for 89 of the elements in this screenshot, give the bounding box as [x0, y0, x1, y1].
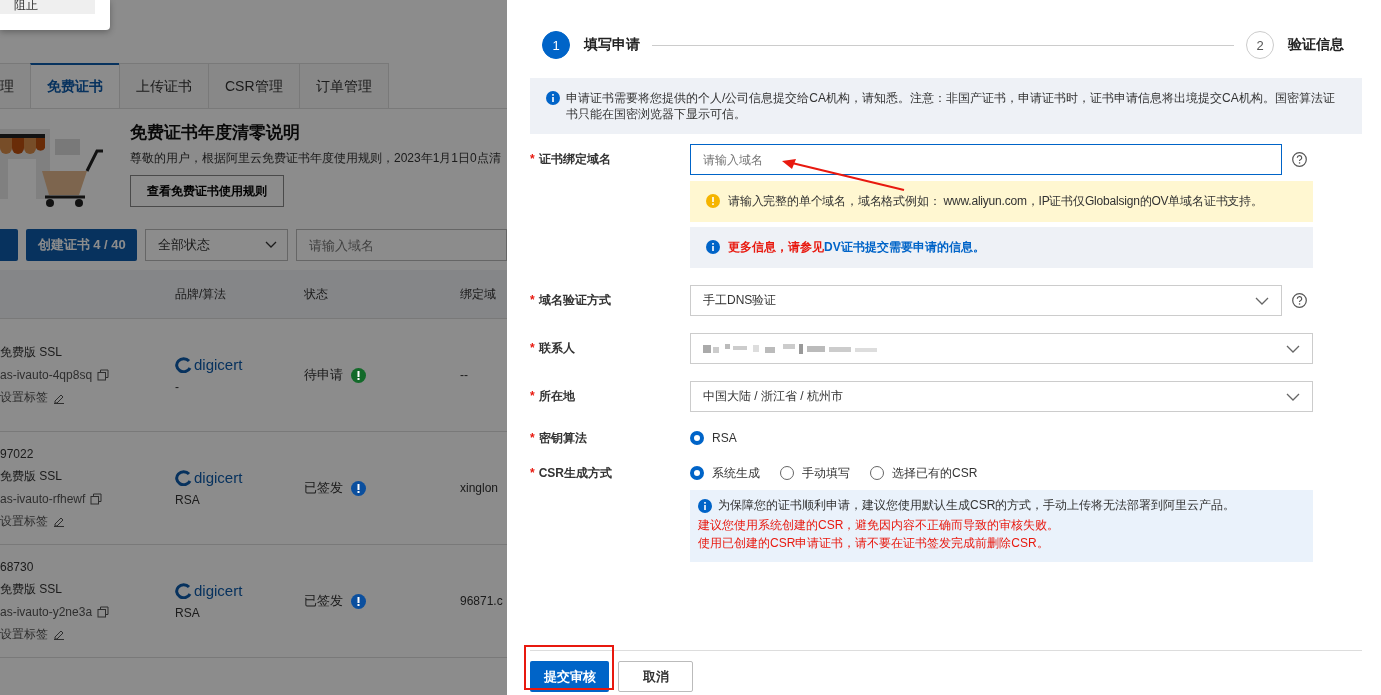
copy-icon[interactable]: [97, 369, 110, 381]
field-label: 密钥算法: [538, 431, 587, 445]
column-header: 绑定域: [460, 285, 496, 303]
domain-input-field[interactable]: 请输入域名: [690, 144, 1282, 175]
radio-button[interactable]: [690, 431, 704, 445]
brand-name: digicert: [194, 469, 243, 486]
cancel-button[interactable]: 取消: [618, 661, 693, 692]
brand-name: digicert: [194, 582, 243, 599]
tab[interactable]: 上传证书: [119, 63, 209, 108]
radio-label[interactable]: 手动填写: [802, 464, 850, 482]
info-text: 更多信息，请参见DV证书提交需要申请的信息。: [728, 239, 985, 256]
edit-icon[interactable]: [53, 515, 65, 527]
warning-text: 请输入完整的单个域名，域名格式例如： www.aliyun.com，IP证书仅Globalsign的OV单域名证书支持。: [728, 193, 1263, 210]
tab[interactable]: CSR管理: [208, 63, 300, 108]
help-icon[interactable]: [1292, 293, 1307, 308]
required-mark: *: [530, 431, 535, 445]
required-mark: *: [530, 293, 535, 307]
warning-icon: [706, 194, 720, 208]
brand-logo-icon: [175, 356, 193, 373]
status-select[interactable]: 全部状态: [145, 229, 289, 261]
status-text: 已签发: [304, 592, 343, 610]
field-label: 联系人: [538, 341, 575, 355]
required-mark: *: [530, 341, 535, 355]
rules-button[interactable]: 查看免费证书使用规则: [130, 175, 284, 207]
algorithm: -: [175, 380, 180, 394]
radio-label[interactable]: RSA: [712, 431, 737, 445]
chevron-down-icon: [1286, 344, 1300, 353]
status-text: 待申请: [304, 366, 343, 384]
product-name: 免费版 SSL: [0, 344, 63, 361]
banner-description: 尊敬的用户，根据阿里云免费证书年度使用规则，2023年1月1日0点清: [130, 150, 501, 167]
warning-text: 建议您使用系统创建的CSR，避免因内容不正确而导致的审核失败。: [698, 517, 1061, 534]
column-header: 状态: [304, 285, 329, 303]
field-label: 所在地: [538, 389, 575, 403]
notice-text: 申请证书需要将您提供的个人/公司信息提交给CA机构，请知悉。注意：非国产证书，申请证书时，证书申请信息将出境提交CA机构。国密算法证书只能在国密浏览器下显示可信。: [566, 90, 1336, 122]
select-field[interactable]: [690, 333, 1313, 364]
brand-logo-icon: [175, 469, 193, 486]
set-tag-link[interactable]: 设置标签: [0, 625, 48, 643]
algorithm: RSA: [175, 493, 201, 507]
certificate-id: 68730: [0, 559, 35, 574]
info-icon: [706, 240, 720, 254]
create-certificate-button[interactable]: 创建证书 4 / 40: [26, 229, 138, 261]
certificate-name: as-ivauto-y2ne3a: [0, 604, 93, 619]
chevron-down-icon: [1255, 296, 1269, 305]
domain-cell: --: [460, 368, 468, 382]
info-icon: [546, 91, 560, 105]
product-name: 免费版 SSL: [0, 580, 63, 598]
required-mark: *: [530, 389, 535, 403]
field-label: CSR生成方式: [538, 466, 612, 480]
brand-name: digicert: [194, 356, 243, 373]
algorithm: RSA: [175, 606, 201, 620]
select-field[interactable]: 手工DNS验证: [690, 285, 1282, 316]
edit-icon[interactable]: [53, 628, 65, 640]
info-link[interactable]: DV证书提交需要申请的信息。: [824, 240, 985, 254]
set-tag-link[interactable]: 设置标签: [0, 389, 48, 406]
required-mark: *: [530, 152, 535, 166]
warning-text: 使用已创建的CSR申请证书，请不要在证书签发完成前删除CSR。: [698, 535, 1050, 552]
banner-title: 免费证书年度清零说明: [130, 122, 301, 144]
step-number: 1: [542, 31, 570, 59]
tab[interactable]: 订单管理: [298, 63, 389, 108]
copy-icon[interactable]: [90, 492, 103, 505]
field-label: 域名验证方式: [538, 293, 611, 307]
search-field[interactable]: 请输入域名: [296, 229, 507, 261]
submit-button[interactable]: 提交审核: [530, 661, 609, 692]
toolbar-button[interactable]: [0, 229, 19, 261]
step-label: 填写申请: [584, 36, 640, 54]
certificate-id: 97022: [0, 446, 35, 461]
column-header: 品牌/算法: [175, 285, 228, 303]
certificate-name: as-ivauto-4qp8sq: [0, 368, 93, 382]
tab[interactable]: 理: [0, 63, 31, 108]
domain-cell: 96871.c: [460, 594, 503, 608]
help-icon[interactable]: [1292, 152, 1307, 167]
certificate-name: as-ivauto-rfhewf: [0, 491, 86, 506]
radio-label[interactable]: 选择已有的CSR: [892, 464, 978, 482]
info-icon: [698, 498, 712, 513]
status-text: 已签发: [304, 479, 343, 497]
domain-cell: xinglon: [460, 481, 499, 495]
required-mark: *: [530, 466, 535, 480]
select-field[interactable]: 中国大陆 / 浙江省 / 杭州市: [690, 381, 1313, 412]
note-text: 为保障您的证书顺利申请，建议您使用默认生成CSR的方式，手动上传将无法部署到阿里云产品。: [718, 497, 1236, 514]
copy-icon[interactable]: [97, 605, 110, 618]
chevron-down-icon: [1286, 392, 1300, 401]
brand-logo-icon: [175, 582, 193, 599]
radio-button[interactable]: [690, 466, 704, 480]
chevron-down-icon: [265, 241, 278, 249]
step-label: 验证信息: [1288, 36, 1344, 54]
set-tag-link[interactable]: 设置标签: [0, 512, 48, 530]
product-name: 免费版 SSL: [0, 467, 63, 485]
field-label: 证书绑定域名: [538, 152, 611, 166]
radio-label[interactable]: 系统生成: [712, 464, 760, 482]
